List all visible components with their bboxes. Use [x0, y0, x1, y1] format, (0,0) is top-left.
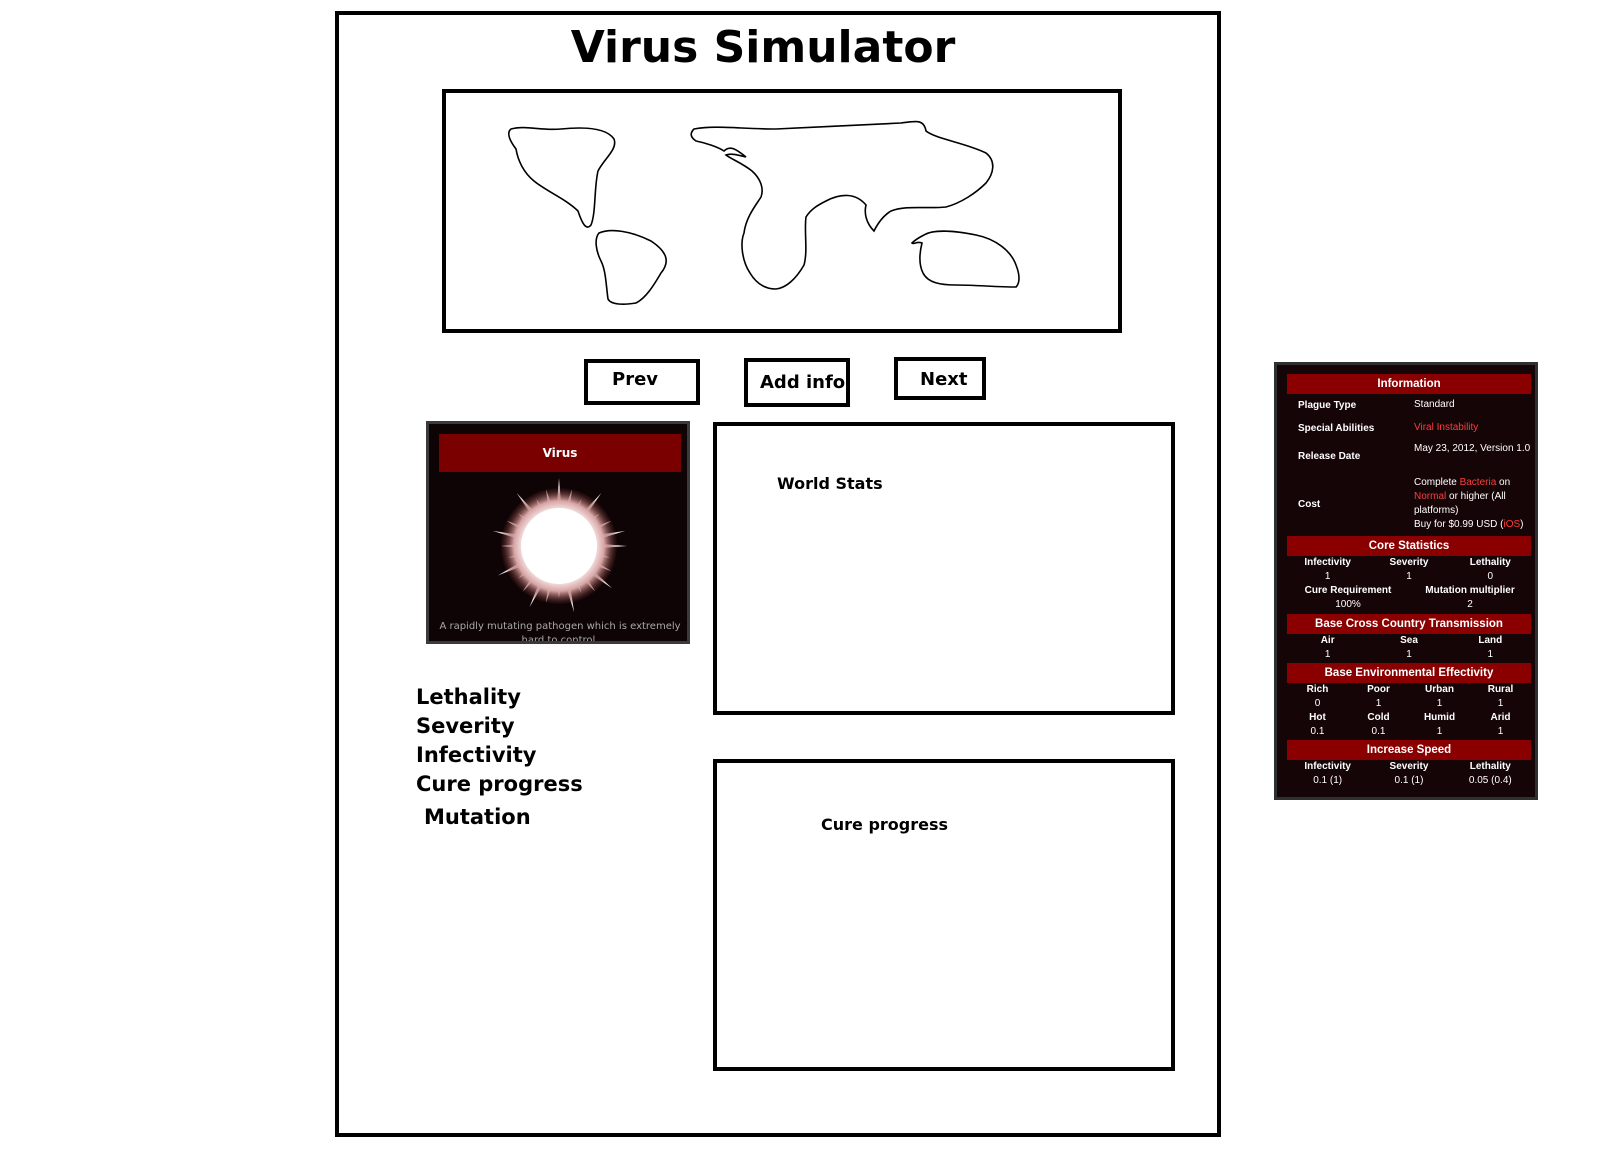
cure-progress-panel: Cure progress [713, 759, 1175, 1071]
env-headers-2: Hot Cold Humid Arid [1309, 712, 1511, 723]
virus-burst-icon [492, 478, 627, 613]
core-stats-values-2: 100% 2 [1335, 599, 1473, 610]
information-header: Information [1287, 374, 1531, 394]
virus-description: A rapidly mutating pathogen which is ext… [439, 621, 681, 644]
world-map-outline-icon [508, 120, 1020, 305]
stat-label-cure-progress[interactable]: Cure progress [416, 772, 583, 796]
release-date-label: Release Date [1298, 451, 1361, 462]
prev-button[interactable]: Prev [584, 359, 700, 405]
transmission-header: Base Cross Country Transmission [1287, 614, 1531, 634]
special-abilities-value[interactable]: Viral Instability [1414, 421, 1532, 435]
stat-label-infectivity[interactable]: Infectivity [416, 743, 536, 767]
add-info-button[interactable]: Add info [744, 358, 850, 407]
stat-label-severity[interactable]: Severity [416, 714, 515, 738]
page-title: Virus Simulator [570, 22, 956, 73]
ios-link[interactable]: iOS [1503, 519, 1520, 530]
stat-label-mutation[interactable]: Mutation [424, 805, 531, 829]
core-stats-values: 1 1 0 [1324, 571, 1494, 582]
transmission-headers: Air Sea Land [1320, 635, 1503, 646]
increase-headers: Infectivity Severity Lethality [1304, 761, 1511, 772]
world-map-panel[interactable] [442, 89, 1122, 333]
stat-label-lethality[interactable]: Lethality [416, 685, 521, 709]
cost-label: Cost [1298, 499, 1321, 510]
virus-card-header: Virus [439, 434, 681, 472]
world-stats-title: World Stats [777, 474, 883, 493]
environmental-header: Base Environmental Effectivity [1287, 663, 1531, 683]
plague-type-label: Plague Type [1298, 400, 1357, 411]
plague-type-value: Standard [1414, 399, 1455, 410]
virus-card[interactable]: Virus A rapidly mutating pathogen which … [426, 421, 690, 644]
cure-progress-title: Cure progress [821, 815, 949, 834]
bacteria-link[interactable]: Bacteria [1460, 477, 1497, 488]
release-date-value: May 23, 2012, Version 1.0 [1414, 443, 1531, 454]
world-stats-panel: World Stats [713, 422, 1175, 715]
normal-link[interactable]: Normal [1414, 491, 1446, 502]
plague-info-card: Information Plague Type Standard Special… [1274, 362, 1538, 800]
core-statistics-header: Core Statistics [1287, 536, 1531, 556]
increase-values: 0.1 (1) 0.1 (1) 0.05 (0.4) [1313, 775, 1512, 786]
core-stats-headers: Infectivity Severity Lethality [1304, 557, 1511, 568]
core-stats-headers-2: Cure Requirement Mutation multiplier [1304, 585, 1515, 596]
env-headers-1: Rich Poor Urban Rural [1306, 684, 1514, 695]
increase-speed-header: Increase Speed [1287, 740, 1531, 760]
env-values-1: 0 1 1 1 [1314, 698, 1504, 709]
transmission-values: 1 1 1 [1324, 649, 1494, 660]
cost-value: Complete Bacteria on Normal or higher (A… [1414, 477, 1524, 530]
next-button[interactable]: Next [894, 357, 986, 400]
special-abilities-label: Special Abilities [1298, 423, 1375, 434]
env-values-2: 0.1 0.1 1 1 [1310, 726, 1504, 737]
